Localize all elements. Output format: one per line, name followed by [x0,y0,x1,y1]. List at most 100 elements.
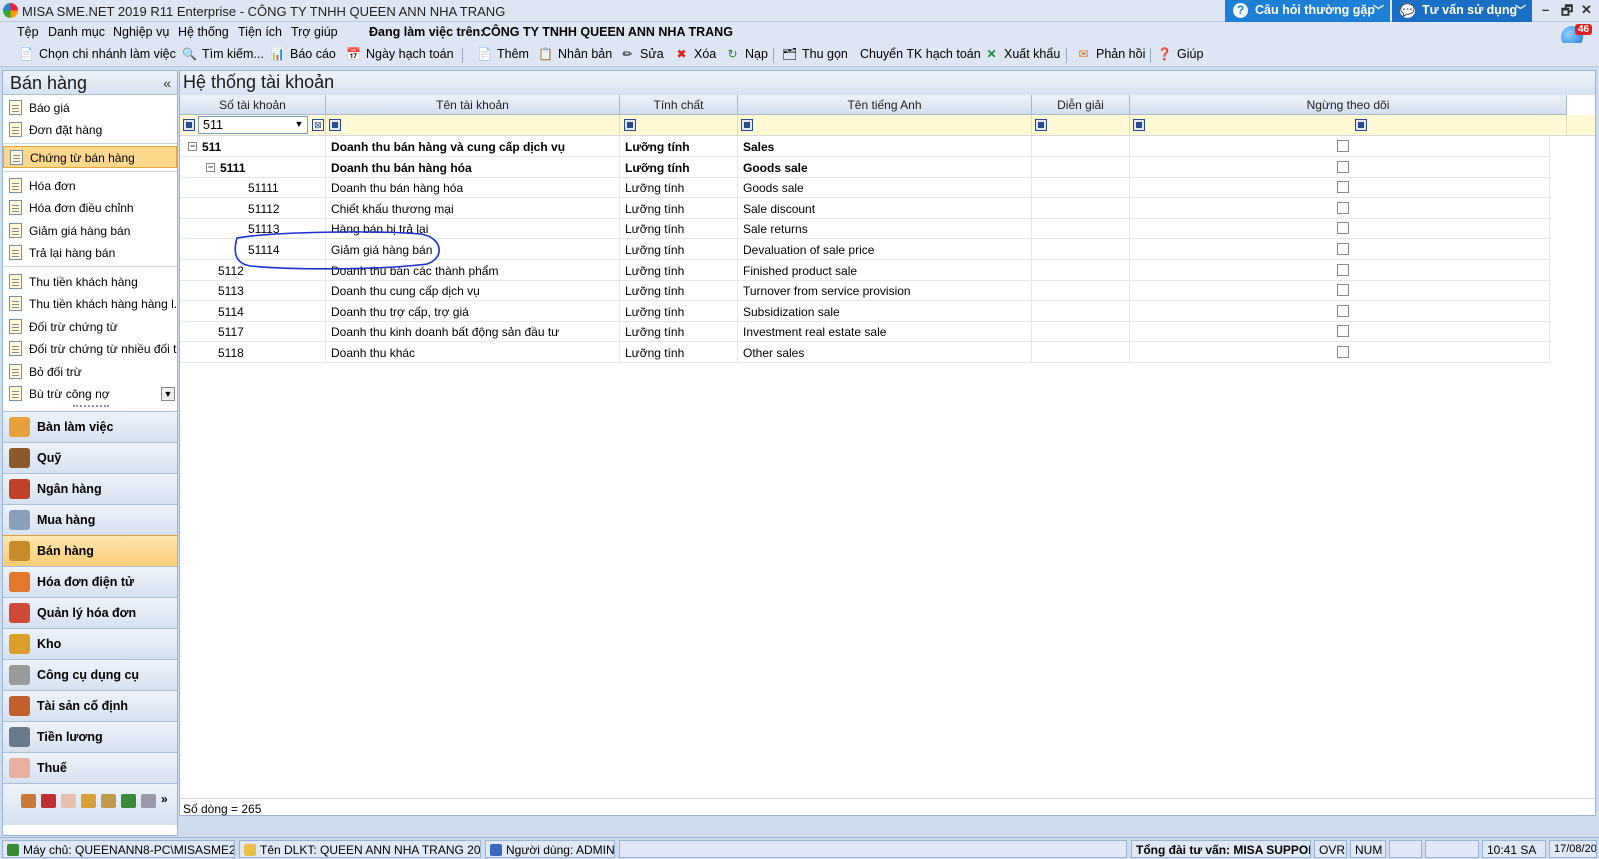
column-header-account-code[interactable]: Số tài khoản [180,95,326,115]
module-fixed-assets[interactable]: Tài sản cố định [3,690,177,721]
module-bank[interactable]: Ngân hàng [3,473,177,504]
consult-button[interactable]: 💬 Tư vấn sử dụng ﹀ [1392,0,1532,22]
shortcut-icon[interactable] [81,794,96,808]
filter-operator-icon[interactable] [1035,119,1047,131]
menu-operations[interactable]: Nghiệp vụ [113,25,169,39]
menu-file[interactable]: Tệp [17,25,39,39]
table-row[interactable]: 51111 Doanh thu bán hàng hóa Lưỡng tính Goo… [180,177,1550,199]
filter-cell-nature[interactable] [620,115,738,135]
sidebar-item-customer-receipt[interactable]: Thu tiền khách hàng [3,271,177,293]
module-tools[interactable]: Công cụ dụng cụ [3,659,177,690]
menu-help[interactable]: Trợ giúp [291,25,338,39]
column-header-stop-tracking[interactable]: Ngừng theo dõi [1130,95,1567,115]
filter-cell-english-name[interactable] [738,115,1032,135]
branch-button[interactable]: 📄 Chọn chi nhánh làm việc [17,47,176,64]
column-header-description[interactable]: Diễn giải [1032,95,1130,115]
collapse-node-icon[interactable]: − [188,142,197,151]
collapse-sidebar-button[interactable]: « [163,75,171,91]
sidebar-item-sales-return[interactable]: Trả lại hàng bán [3,242,177,264]
sidebar-item-sales-discount[interactable]: Giảm giá hàng bán [3,220,177,242]
sidebar-item-debt-offset[interactable]: Bù trừ công nợ [3,383,177,405]
table-row[interactable]: 5118 Doanh thu khác Lưỡng tính Other sales [180,342,1550,363]
filter-operator-icon[interactable] [1133,119,1145,131]
shortcut-icon[interactable] [101,794,116,808]
shortcut-icon[interactable] [121,794,136,808]
stop-tracking-checkbox[interactable] [1337,181,1349,194]
feedback-button[interactable]: ✉ Phản hồi [1074,47,1145,64]
faq-button[interactable]: ? Câu hỏi thường gặp ﹀ [1225,0,1390,22]
menu-catalog[interactable]: Danh mục [48,25,105,39]
sidebar-item-quote[interactable]: Báo giá [3,97,177,119]
stop-tracking-checkbox[interactable] [1337,222,1349,235]
sidebar-item-offset-multiple[interactable]: Đối trừ chứng từ nhiều đối t... [3,338,177,360]
filter-checkbox[interactable] [1355,119,1367,131]
sidebar-item-customer-receipt-batch[interactable]: Thu tiền khách hàng hàng l... [3,293,177,315]
filter-cell-description[interactable] [1032,115,1130,135]
filter-cell-account-name[interactable] [326,115,620,135]
restore-button[interactable]: 🗗 [1561,2,1573,24]
module-tax[interactable]: Thuế [3,752,177,783]
menu-system[interactable]: Hệ thống [178,25,229,39]
filter-operator-icon[interactable] [741,119,753,131]
scroll-down-button[interactable]: ▼ [161,387,175,401]
table-row[interactable]: 5114 Doanh thu trợ cấp, trợ giá Lưỡng tính… [180,300,1550,322]
close-button[interactable]: ✕ [1581,2,1592,18]
posting-date-button[interactable]: 📅 Ngày hạch toán [344,47,454,64]
module-desktop[interactable]: Bàn làm việc [3,411,177,442]
add-button[interactable]: 📄 Thêm [475,47,529,64]
stop-tracking-checkbox[interactable] [1337,160,1349,173]
column-header-nature[interactable]: Tính chất [620,95,738,115]
shortcut-icon[interactable] [41,794,56,808]
column-header-account-name[interactable]: Tên tài khoản [326,95,620,115]
shortcut-icon[interactable] [21,794,36,808]
search-button[interactable]: 🔍 Tìm kiếm... [180,47,264,64]
chevron-down-icon[interactable]: ▼ [292,117,306,131]
stop-tracking-checkbox[interactable] [1337,140,1349,152]
module-invoice-management[interactable]: Quản lý hóa đơn [3,597,177,628]
shortcut-icon[interactable] [61,794,76,808]
more-modules-button[interactable]: » [161,792,168,806]
stop-tracking-checkbox[interactable] [1337,325,1349,338]
module-warehouse[interactable]: Kho [3,628,177,659]
menu-utilities[interactable]: Tiện ích [238,25,282,39]
collapse-node-icon[interactable]: − [206,162,215,172]
sidebar-item-invoice[interactable]: Hóa đơn [3,175,177,197]
minimize-button[interactable]: – [1542,2,1549,17]
reload-button[interactable]: ↻ Nạp [723,47,767,64]
filter-cell-stop-tracking[interactable] [1130,115,1567,135]
export-button[interactable]: ✕ Xuất khẩu [982,47,1060,64]
clear-filter-icon[interactable]: ⊠ [312,119,324,131]
duplicate-button[interactable]: 📋 Nhân bản [536,47,612,64]
module-cash[interactable]: Quỹ [3,442,177,473]
help-button[interactable]: ❓ Giúp [1155,47,1203,64]
module-purchasing[interactable]: Mua hàng [3,504,177,535]
filter-operator-icon[interactable] [329,119,341,131]
stop-tracking-checkbox[interactable] [1337,304,1349,317]
sidebar-item-sales-voucher[interactable]: Chứng từ bán hàng [3,146,177,168]
sidebar-item-sales-order[interactable]: Đơn đặt hàng [3,119,177,141]
filter-operator-icon[interactable] [183,119,195,131]
stop-tracking-checkbox[interactable] [1337,346,1349,358]
edit-button[interactable]: ✏ Sửa [618,47,663,64]
module-e-invoice[interactable]: Hóa đơn điện tử [3,566,177,597]
splitter-handle[interactable] [73,405,109,408]
delete-button[interactable]: ✖ Xóa [672,47,716,64]
module-payroll[interactable]: Tiền lương [3,721,177,752]
filter-operator-icon[interactable] [624,119,636,131]
shortcut-icon[interactable] [141,794,156,808]
stop-tracking-checkbox[interactable] [1337,243,1349,255]
report-button[interactable]: 📊 Báo cáo [268,47,336,64]
sidebar-item-offset-voucher[interactable]: Đối trừ chứng từ [3,316,177,338]
table-row[interactable]: 5113 Doanh thu cung cấp dịch vụ Lưỡng tính… [180,280,1550,302]
table-row[interactable]: −511 Doanh thu bán hàng và cung cấp dịch … [180,136,1550,157]
column-header-english-name[interactable]: Tên tiếng Anh [738,95,1032,115]
stop-tracking-checkbox[interactable] [1337,284,1349,297]
stop-tracking-checkbox[interactable] [1337,263,1349,276]
transfer-account-button[interactable]: Chuyển TK hạch toán [838,47,981,64]
sidebar-item-adjustment-invoice[interactable]: Hóa đơn điều chỉnh [3,197,177,219]
table-row[interactable]: 5117 Doanh thu kinh doanh bất động sản đầ… [180,321,1550,343]
table-row[interactable]: −5111 Doanh thu bán hàng hóa Lưỡng tính Goo… [180,156,1550,178]
sidebar-item-cancel-offset[interactable]: Bỏ đối trừ [3,361,177,383]
table-row[interactable]: 51112 Chiết khấu thương mại Lưỡng tính Sale… [180,197,1550,219]
stop-tracking-checkbox[interactable] [1337,201,1349,214]
